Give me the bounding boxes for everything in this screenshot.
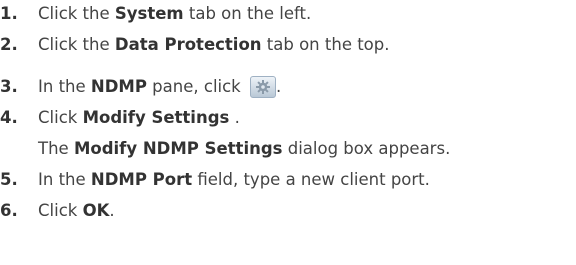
step-text-prefix: Click — [38, 108, 83, 127]
step-bold-term: System — [114, 4, 184, 23]
step-bold-term: NDMP — [90, 77, 147, 96]
step-text: In the NDMP Port field, type a new clien… — [38, 168, 430, 192]
step-number: 5. — [0, 170, 18, 189]
step-text-prefix: Click the — [38, 35, 115, 54]
step-text-prefix: The — [38, 139, 74, 158]
step-text-suffix: . — [109, 201, 115, 220]
step-text-suffix: . — [229, 108, 240, 127]
step-bold-term: Data Protection — [114, 35, 262, 54]
step-text-prefix: Click the — [38, 4, 115, 23]
step-number: 1. — [0, 4, 18, 23]
step-text-suffix: tab on the top. — [261, 35, 390, 54]
step-text: Click Modify Settings . — [38, 106, 240, 130]
step-bold-term: NDMP Port — [90, 170, 193, 189]
gear-icon — [249, 76, 276, 98]
step-text-suffix: dialog box appears. — [282, 139, 451, 158]
step-number: 3. — [0, 77, 18, 96]
step-text-prefix: In the — [38, 77, 91, 96]
step-bold-term: OK — [82, 201, 110, 220]
step-text-suffix: field, type a new client port. — [192, 170, 430, 189]
step-number: 4. — [0, 108, 18, 127]
step-text: Click the System tab on the left. — [38, 2, 311, 26]
step-text-suffix: tab on the left. — [183, 4, 312, 23]
step-number: 6. — [0, 201, 18, 220]
step-text-prefix: In the — [38, 170, 91, 189]
step-result-text: The Modify NDMP Settings dialog box appe… — [38, 137, 450, 161]
step-text-prefix: Click — [38, 201, 83, 220]
step-number: 2. — [0, 35, 18, 54]
step-text-suffix: . — [275, 77, 282, 96]
step-text: Click the Data Protection tab on the top… — [38, 33, 390, 57]
step-bold-term: Modify Settings — [82, 108, 230, 127]
step-text: In the NDMP pane, click . — [38, 75, 281, 99]
step-text: Click OK. — [38, 199, 115, 223]
step-bold-term: Modify NDMP Settings — [73, 139, 283, 158]
step-text-suffix: pane, click — [146, 77, 246, 96]
